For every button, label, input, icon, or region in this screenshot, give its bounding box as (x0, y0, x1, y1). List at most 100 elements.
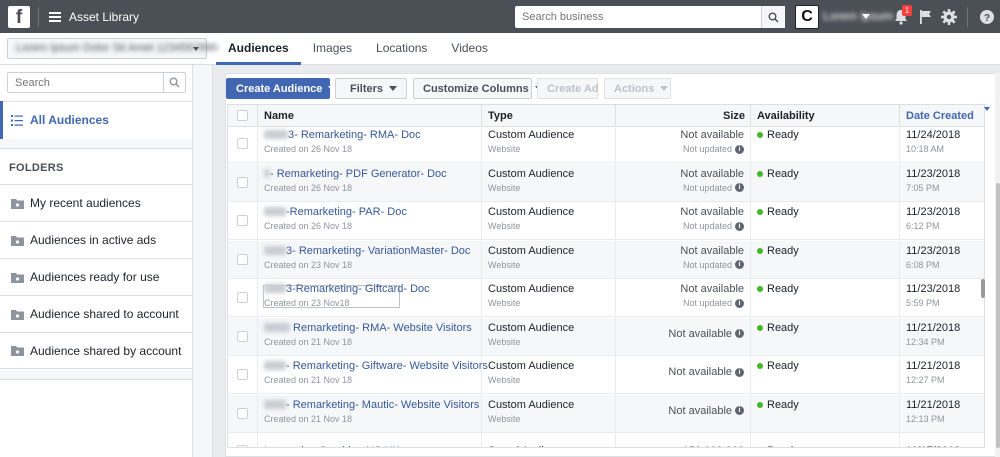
audience-name-link[interactable]: Remarketing- RMA- Website Visitors (264, 322, 472, 334)
audience-size: Not available i (668, 405, 744, 417)
sidebar: All Audiences FOLDERS My recent audience… (0, 65, 213, 457)
info-icon[interactable]: i (735, 260, 744, 269)
row-checkbox[interactable] (237, 445, 248, 447)
customize-columns-label: Customize Columns (423, 82, 529, 95)
table-scrollbar-thumb[interactable] (981, 279, 985, 298)
sidebar-search-input[interactable] (8, 73, 163, 92)
sidebar-item-audiences-in-active-ads[interactable]: Audiences in active ads (0, 221, 192, 258)
table-row[interactable]: - Remarketing- Giftware- Website Visitor… (228, 356, 984, 394)
audience-name-link[interactable]: Integration Combine US UK (264, 445, 400, 447)
availability-status: Ready (757, 206, 799, 218)
row-checkbox[interactable] (237, 407, 248, 419)
time-created: 6:12 PM (906, 221, 940, 231)
page-scrollbar-thumb[interactable] (996, 183, 1000, 448)
row-checkbox-cell (228, 433, 258, 447)
account-name[interactable]: Lorem Ipsum (823, 9, 893, 23)
date-created: 11/23/2018 (906, 206, 961, 218)
folder-icon (11, 235, 24, 246)
sidebar-item-audience-shared-by-account[interactable]: Audience shared by account (0, 332, 192, 369)
hamburger-menu-icon[interactable] (49, 11, 61, 22)
folder-icon (11, 309, 24, 320)
date-created: 11/23/2018 (906, 244, 961, 257)
row-checkbox[interactable] (237, 253, 248, 265)
table-row[interactable]: 3-Remarketing- Giftcard- Doc Created on 2… (228, 279, 984, 317)
page-scrollbar[interactable] (995, 73, 1000, 457)
asset-tabs: Audiences Images Locations Videos (216, 33, 500, 65)
audience-name-link[interactable]: 3- Remarketing- VariationMaster- Doc (264, 245, 470, 257)
sort-descending-icon[interactable] (984, 107, 990, 111)
audience-name-link[interactable]: 3- Remarketing- RMA- Doc (264, 129, 421, 141)
redacted-prefix (264, 399, 286, 409)
audience-size: Not available (680, 206, 744, 218)
table-row[interactable]: 3- Remarketing- RMA- Doc Created on 26 No… (228, 125, 984, 163)
table-row[interactable]: 3- Remarketing- VariationMaster- Doc Crea… (228, 240, 984, 279)
row-checkbox[interactable] (237, 292, 248, 303)
tab-audiences[interactable]: Audiences (216, 33, 301, 65)
create-audience-button[interactable]: Create Audience (226, 78, 337, 99)
filters-button[interactable]: Filters (335, 78, 407, 99)
table-row[interactable]: - Remarketing- Mautic- Website Visitors C… (228, 394, 984, 433)
ready-status-dot-icon (757, 363, 763, 369)
header-checkbox-cell (228, 105, 258, 127)
tab-videos[interactable]: Videos (439, 33, 499, 65)
audience-name-link[interactable]: - Remarketing- Giftware- Website Visitor… (264, 360, 488, 372)
info-icon[interactable]: i (735, 221, 744, 231)
ad-account-selector[interactable]: Lorem Ipsum Dolor Sit Amet 1234567890 (7, 38, 218, 59)
row-checkbox[interactable] (237, 369, 248, 380)
actions-button[interactable]: Actions (604, 78, 671, 99)
table-row[interactable]: Integration Combine US UK Saved Audience 1… (228, 433, 984, 447)
table-row[interactable]: -Remarketing- PAR- Doc Created on 26 Nov … (228, 202, 984, 240)
facebook-logo-icon[interactable]: f (8, 5, 30, 28)
column-header-type[interactable]: Type (482, 105, 616, 127)
sidebar-item-all-audiences[interactable]: All Audiences (0, 101, 192, 139)
row-checkbox[interactable] (237, 176, 248, 188)
tab-images[interactable]: Images (301, 33, 364, 65)
time-created: 12:13 PM (906, 413, 945, 424)
audience-source: Website (488, 144, 521, 154)
audience-size: Not available (680, 245, 744, 257)
info-icon[interactable]: i (735, 144, 744, 154)
sidebar-scrollbar[interactable] (192, 65, 212, 457)
column-header-size[interactable]: Size (616, 105, 751, 127)
table-row[interactable]: Remarketing- RMA- Website Visitors Create… (228, 317, 984, 356)
column-header-availability[interactable]: Availability (751, 105, 900, 127)
flag-icon[interactable] (917, 8, 935, 26)
select-all-checkbox[interactable] (237, 110, 248, 121)
create-ad-button[interactable]: Create Ad (537, 78, 599, 99)
audience-name-link[interactable]: 3-Remarketing- Giftcard- Doc (264, 283, 430, 295)
column-header-name[interactable]: Name (258, 105, 482, 127)
info-icon[interactable]: i (735, 367, 744, 377)
account-logo[interactable]: C (795, 5, 819, 29)
help-question-icon[interactable]: ? (978, 8, 996, 26)
audience-name-link[interactable]: -Remarketing- PAR- Doc (264, 206, 407, 218)
business-search-input[interactable] (515, 6, 761, 28)
audience-name-link[interactable]: - Remarketing- Mautic- Website Visitors (264, 399, 479, 411)
settings-gear-icon[interactable] (940, 8, 958, 26)
account-menu-chevron-down-icon[interactable] (862, 14, 870, 19)
sidebar-search-button[interactable] (163, 73, 185, 92)
row-checkbox[interactable] (237, 215, 248, 226)
tab-locations[interactable]: Locations (364, 33, 439, 65)
info-icon[interactable]: i (735, 183, 744, 192)
info-icon[interactable]: i (735, 329, 744, 338)
folders-heading: FOLDERS (9, 162, 64, 174)
table-row[interactable]: - Remarketing- PDF Generator- Doc Created… (228, 163, 984, 202)
row-checkbox[interactable] (237, 138, 248, 149)
info-icon[interactable]: i (735, 406, 744, 415)
date-created: 11/23/2018 (906, 283, 961, 295)
audience-name-link[interactable]: - Remarketing- PDF Generator- Doc (264, 168, 447, 180)
list-icon (11, 114, 23, 126)
app-title[interactable]: Asset Library (69, 10, 139, 24)
created-date: Created on 26 Nov 18 (264, 144, 353, 154)
date-created: 11/23/2018 (906, 167, 961, 180)
customize-columns-button[interactable]: Customize Columns (413, 78, 543, 99)
row-checkbox[interactable] (237, 330, 248, 342)
business-search-button[interactable] (761, 6, 785, 28)
sidebar-item-my-recent-audiences[interactable]: My recent audiences (0, 184, 192, 221)
sidebar-item-audience-shared-to-account[interactable]: Audience shared to account (0, 295, 192, 332)
ad-account-value: Lorem Ipsum Dolor Sit Amet 1234567890 (16, 42, 218, 54)
info-icon[interactable]: i (735, 298, 744, 308)
column-header-date-created[interactable]: Date Created (900, 105, 984, 127)
sidebar-item-audiences-ready-for-use[interactable]: Audiences ready for use (0, 258, 192, 295)
time-created: 10:18 AM (906, 144, 945, 154)
